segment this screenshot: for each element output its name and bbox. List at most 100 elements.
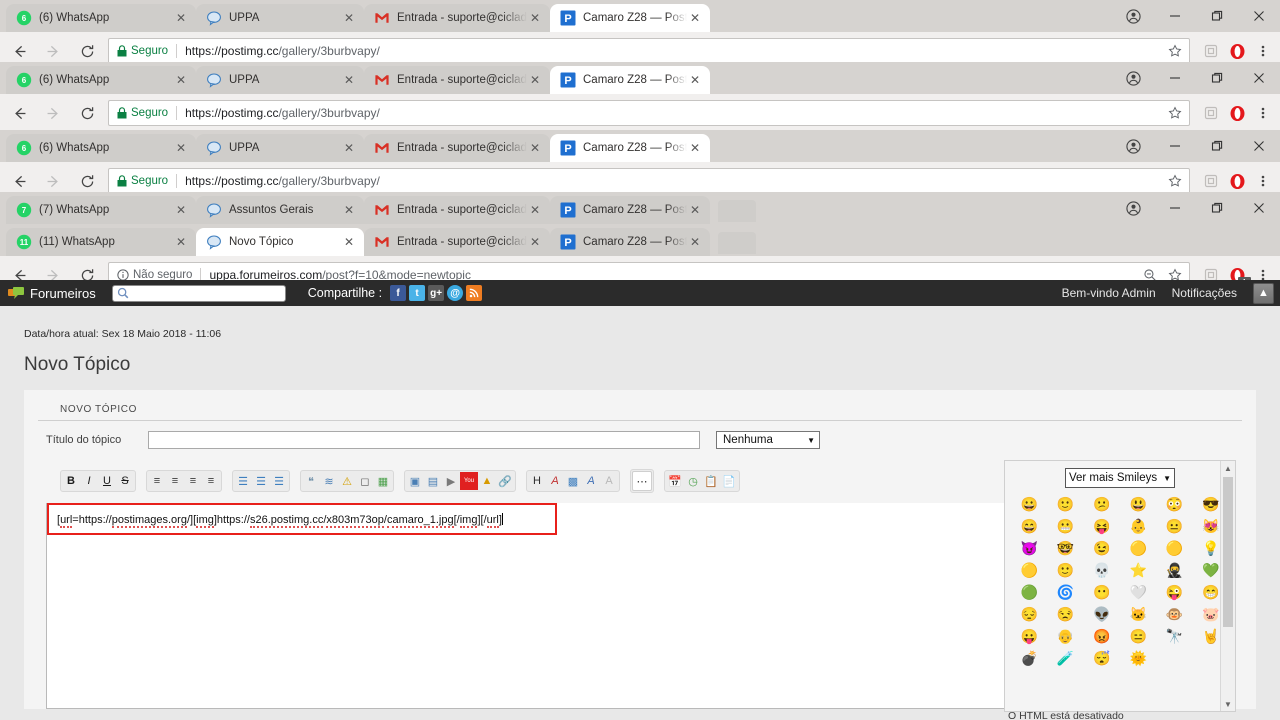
- smiley-item[interactable]: 🟡: [1020, 562, 1037, 578]
- maximize-button[interactable]: [1196, 62, 1238, 94]
- smiley-item[interactable]: 😻: [1202, 518, 1219, 534]
- browser-tab[interactable]: P Camaro Z28 — Postimag✕: [550, 196, 710, 224]
- smiley-item[interactable]: 🤓: [1057, 540, 1074, 556]
- extension-icon[interactable]: [1198, 168, 1224, 194]
- smiley-item[interactable]: 🐱: [1129, 606, 1146, 622]
- browser-tab[interactable]: 6 (6) WhatsApp ✕: [6, 134, 196, 162]
- tab-close-icon[interactable]: ✕: [341, 140, 357, 156]
- extension-icon[interactable]: [1198, 100, 1224, 126]
- tab-close-icon[interactable]: ✕: [527, 72, 543, 88]
- message-textarea[interactable]: [url=https://postimages.org/][img]https:…: [46, 503, 1010, 709]
- tab-close-icon[interactable]: ✕: [173, 10, 189, 26]
- browser-tab[interactable]: P Camaro Z28 — Postimag✕: [550, 134, 710, 162]
- smiley-item[interactable]: 🙂: [1057, 496, 1074, 512]
- smiley-item[interactable]: 💚: [1202, 562, 1219, 578]
- chrome-menu-button[interactable]: [1250, 168, 1276, 194]
- smiley-item[interactable]: 🟡: [1129, 540, 1146, 556]
- tab-close-icon[interactable]: ✕: [341, 72, 357, 88]
- tab-close-icon[interactable]: ✕: [341, 10, 357, 26]
- code-button[interactable]: ≋: [320, 472, 338, 490]
- address-bar-2[interactable]: Seguro https://postimg.cc/gallery/3burbv…: [108, 100, 1190, 126]
- smiley-item[interactable]: 😉: [1093, 540, 1110, 556]
- bold-button[interactable]: B: [62, 472, 80, 490]
- browser-tab[interactable]: 7 (7) WhatsApp ✕: [6, 196, 196, 224]
- smiley-item[interactable]: 💣: [1020, 650, 1037, 666]
- font-color-button[interactable]: ▩: [564, 472, 582, 490]
- tab-close-icon[interactable]: ✕: [687, 10, 703, 26]
- topic-icon-select[interactable]: Nenhuma ▼: [716, 431, 820, 449]
- calendar-button[interactable]: 📅: [666, 472, 684, 490]
- more-options-button[interactable]: ⋯: [632, 471, 652, 491]
- smiley-item[interactable]: 😝: [1093, 518, 1110, 534]
- tab-close-icon[interactable]: ✕: [173, 202, 189, 218]
- bullet-list-button[interactable]: ☰: [234, 472, 252, 490]
- address-bar-1[interactable]: Seguro https://postimg.cc/gallery/3burbv…: [108, 38, 1190, 64]
- smiley-item[interactable]: 😕: [1093, 496, 1110, 512]
- browser-tab[interactable]: Entrada - suporte@ciclad ✕: [364, 134, 550, 162]
- close-button[interactable]: [1238, 130, 1280, 162]
- email-icon[interactable]: @: [447, 285, 464, 301]
- profile-icon[interactable]: [1112, 62, 1154, 94]
- smiley-item[interactable]: 👶: [1129, 518, 1146, 534]
- browser-tab[interactable]: Entrada - suporte@ciclad ✕: [364, 66, 550, 94]
- minimize-button[interactable]: [1154, 130, 1196, 162]
- flash-button[interactable]: ▲: [478, 472, 496, 490]
- opera-extension-icon[interactable]: [1224, 100, 1250, 126]
- font-family-button[interactable]: A: [546, 472, 564, 490]
- tab-close-icon[interactable]: ✕: [173, 72, 189, 88]
- browser-tab[interactable]: UPPA ✕: [196, 4, 364, 32]
- smiley-item[interactable]: 😡: [1093, 628, 1110, 644]
- minimize-button[interactable]: [1154, 62, 1196, 94]
- preview-button[interactable]: 📄: [720, 472, 738, 490]
- smiley-item[interactable]: 🐷: [1202, 606, 1219, 622]
- minimize-button[interactable]: [1154, 0, 1196, 32]
- forum-search-input[interactable]: [111, 284, 286, 302]
- address-bar-3[interactable]: Seguro https://postimg.cc/gallery/3burbv…: [108, 168, 1190, 194]
- tab-close-icon[interactable]: ✕: [173, 234, 189, 250]
- profile-icon[interactable]: [1112, 0, 1154, 32]
- smileys-scrollbar[interactable]: ▲ ▼: [1220, 461, 1235, 711]
- smiley-item[interactable]: 😬: [1057, 518, 1074, 534]
- tab-close-icon[interactable]: ✕: [527, 202, 543, 218]
- font-style-button[interactable]: A: [582, 472, 600, 490]
- rss-icon[interactable]: [466, 285, 483, 301]
- google-plus-icon[interactable]: g+: [428, 285, 445, 301]
- smiley-item[interactable]: 🐵: [1166, 606, 1183, 622]
- more-smileys-button[interactable]: Ver mais Smileys ▼: [1065, 468, 1175, 488]
- bookmark-star-icon[interactable]: [1164, 40, 1186, 62]
- browser-tab[interactable]: UPPA ✕: [196, 66, 364, 94]
- profile-icon[interactable]: [1112, 192, 1154, 224]
- tab-close-icon[interactable]: ✕: [687, 234, 703, 250]
- close-button[interactable]: [1238, 0, 1280, 32]
- align-right-button[interactable]: ≡: [184, 472, 202, 490]
- smiley-item[interactable]: 😐: [1166, 518, 1183, 534]
- smiley-item[interactable]: ⭐: [1129, 562, 1146, 578]
- smiley-item[interactable]: 🤘: [1202, 628, 1219, 644]
- spoiler-button[interactable]: ⚠: [338, 472, 356, 490]
- smiley-item[interactable]: 😜: [1166, 584, 1183, 600]
- facebook-icon[interactable]: f: [390, 285, 407, 301]
- attachment-button[interactable]: 📋: [702, 472, 720, 490]
- browser-tab[interactable]: Assuntos Gerais ✕: [196, 196, 364, 224]
- browser-tab[interactable]: 6 (6) WhatsApp ✕: [6, 4, 196, 32]
- poll-button[interactable]: ◷: [684, 472, 702, 490]
- scroll-up-arrow-icon[interactable]: ▲: [1221, 461, 1235, 475]
- minimize-button[interactable]: [1154, 192, 1196, 224]
- underline-button[interactable]: U: [98, 472, 116, 490]
- forward-button[interactable]: [38, 98, 68, 128]
- bookmark-star-icon[interactable]: [1164, 102, 1186, 124]
- tab-close-icon[interactable]: ✕: [687, 202, 703, 218]
- smiley-item[interactable]: 💀: [1093, 562, 1110, 578]
- smiley-item[interactable]: 😃: [1129, 496, 1146, 512]
- smiley-item[interactable]: 😄: [1020, 518, 1037, 534]
- smiley-item[interactable]: 🌞: [1129, 650, 1146, 666]
- close-button[interactable]: [1238, 62, 1280, 94]
- smiley-item[interactable]: 🥷: [1166, 562, 1183, 578]
- back-button[interactable]: [4, 98, 34, 128]
- smiley-item[interactable]: 👽: [1093, 606, 1110, 622]
- hide-button[interactable]: ◻: [356, 472, 374, 490]
- browser-tab[interactable]: 6 (6) WhatsApp ✕: [6, 66, 196, 94]
- new-tab-button[interactable]: [718, 200, 756, 222]
- scrollbar-thumb[interactable]: [1223, 477, 1233, 627]
- browser-tab[interactable]: Entrada - suporte@ciclad ✕: [364, 4, 550, 32]
